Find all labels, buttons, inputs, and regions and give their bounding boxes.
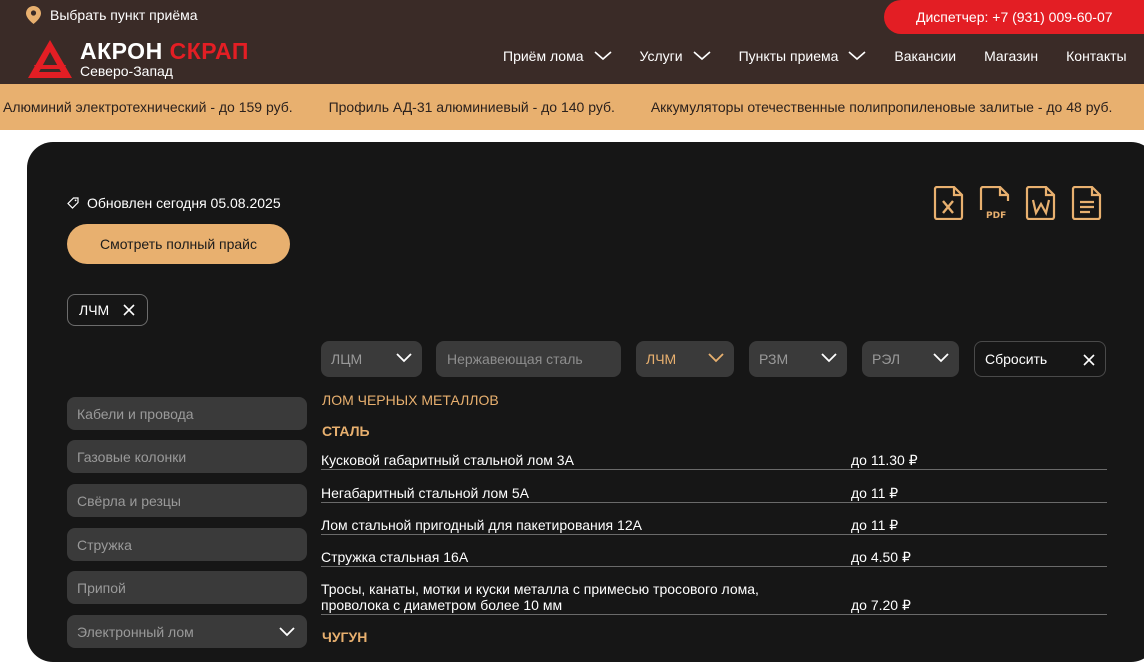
chevron-down-icon [593, 51, 612, 61]
updated-date: Обновлен сегодня 05.08.2025 [67, 195, 281, 211]
input-placeholder: Нержавеющая сталь [447, 351, 583, 367]
word-icon[interactable] [1025, 186, 1057, 220]
updated-text: Обновлен сегодня 05.08.2025 [87, 195, 281, 211]
price-row-value: до 11.30 ₽ [851, 452, 918, 468]
chevron-down-icon [279, 627, 295, 637]
price-row: Негабаритный стальной лом 5А до 11 ₽ [321, 480, 1107, 503]
nav-item-services[interactable]: Услуги [640, 48, 711, 64]
filter-rel-select[interactable]: РЭЛ [862, 341, 959, 377]
section-title: ЛОМ ЧЕРНЫХ МЕТАЛЛОВ [322, 392, 499, 408]
sidebar-item-label: Припой [77, 579, 126, 596]
sidebar-item-label: Стружка [77, 536, 132, 553]
ticker-item: Алюминий электротехнический - до 159 руб… [3, 99, 293, 115]
price-row: Тросы, канаты, мотки и куски металла с п… [321, 576, 1107, 615]
sidebar-item-label: Свёрла и резцы [77, 492, 181, 509]
full-price-button[interactable]: Смотреть полный прайс [67, 224, 290, 264]
main-nav: Приём лома Услуги Пункты приема Вакансии… [503, 48, 1127, 64]
price-row-name: Негабаритный стальной лом 5А [321, 485, 529, 501]
filter-lchm-select[interactable]: ЛЧМ [636, 341, 734, 377]
filter-rzm-select[interactable]: РЗМ [749, 341, 847, 377]
sidebar-item-drills[interactable]: Свёрла и резцы [67, 484, 307, 517]
nav-label: Пункты приема [738, 48, 839, 64]
logo-word-akron: АКРОН [80, 38, 163, 64]
sidebar-item-electronic-scrap[interactable]: Электронный лом [67, 615, 307, 648]
nav-item-vacancies[interactable]: Вакансии [894, 48, 956, 64]
sidebar-item-label: Кабели и провода [77, 405, 194, 422]
filter-label: ЛЧМ [646, 351, 677, 367]
ticker-item: Профиль АД-31 алюминиевый - до 140 руб. [328, 99, 615, 115]
filter-lcm-select[interactable]: ЛЦМ [321, 341, 422, 377]
price-row-value: до 11 ₽ [851, 517, 899, 533]
price-ticker: Алюминий электротехнический - до 159 руб… [0, 84, 1144, 130]
nav-item-points[interactable]: Пункты приема [739, 48, 867, 64]
site-header: Выбрать пункт приёма Диспетчер: +7 (931)… [0, 0, 1144, 84]
ticker-item: Аккумуляторы отечественные полипропилено… [650, 99, 1113, 115]
chevron-down-icon [396, 353, 412, 363]
logo-word-skrap: СКРАП [169, 38, 249, 64]
stainless-steel-input[interactable]: Нержавеющая сталь [436, 341, 621, 377]
nav-label: Вакансии [894, 48, 957, 64]
price-row-name: Стружка стальная 16А [321, 549, 469, 565]
nav-item-shop[interactable]: Магазин [984, 48, 1038, 64]
filter-label: ЛЦМ [331, 351, 363, 367]
nav-label: Контакты [1066, 48, 1127, 64]
location-pin-icon [26, 6, 41, 24]
chevron-down-icon [933, 353, 949, 363]
logo-mark-icon [28, 40, 72, 78]
close-icon[interactable] [123, 304, 135, 316]
chevron-down-icon [821, 353, 837, 363]
price-row: Стружка стальная 16А до 4.50 ₽ [321, 544, 1107, 567]
chip-label: ЛЧМ [79, 302, 110, 318]
nav-item-contacts[interactable]: Контакты [1066, 48, 1126, 64]
subsection-title: ЧУГУН [322, 629, 368, 645]
sidebar-item-solder[interactable]: Припой [67, 571, 307, 604]
xls-icon[interactable] [933, 186, 965, 220]
pickup-label: Выбрать пункт приёма [50, 7, 198, 23]
sidebar-item-label: Электронный лом [77, 623, 194, 640]
logo[interactable]: АКРОН СКРАП Северо-Запад [28, 40, 249, 78]
doc-icon[interactable] [1071, 186, 1103, 220]
price-row-name: Тросы, канаты, мотки и куски металла с п… [321, 581, 759, 613]
sidebar-item-label: Газовые колонки [77, 448, 187, 465]
price-row-name: Лом стальной пригодный для пакетирования… [321, 517, 642, 533]
nav-item-scrap-intake[interactable]: Приём лома [503, 48, 612, 64]
pdf-icon[interactable]: PDF [979, 186, 1011, 220]
nav-label: Магазин [984, 48, 1039, 64]
chevron-down-icon [693, 51, 711, 61]
subsection-title: СТАЛЬ [322, 423, 370, 439]
price-row-value: до 4.50 ₽ [851, 549, 911, 565]
nav-label: Услуги [639, 48, 683, 64]
chevron-down-icon [708, 353, 724, 363]
reset-filters-button[interactable]: Сбросить [974, 341, 1106, 377]
sidebar-item-gas-heaters[interactable]: Газовые колонки [67, 440, 307, 473]
close-icon [1083, 354, 1095, 366]
price-row: Лом стальной пригодный для пакетирования… [321, 512, 1107, 535]
svg-text:PDF: PDF [986, 211, 1006, 220]
price-row-name-line2: проволока с диаметром более 10 мм [321, 597, 563, 613]
price-row-name-line1: Тросы, канаты, мотки и куски металла с п… [321, 581, 759, 597]
price-row-value: до 7.20 ₽ [851, 597, 911, 613]
filter-label: РЗМ [759, 351, 789, 367]
price-row: Кусковой габаритный стальной лом 3А до 1… [321, 448, 1107, 470]
price-row-value: до 11 ₽ [851, 485, 899, 501]
dispatcher-phone-button[interactable]: Диспетчер: +7 (931) 009-60-07 [884, 0, 1144, 34]
filter-label: РЭЛ [872, 351, 901, 367]
nav-label: Приём лома [503, 48, 584, 64]
sidebar-item-shavings[interactable]: Стружка [67, 528, 307, 561]
reset-label: Сбросить [985, 351, 1048, 367]
sidebar-item-cables[interactable]: Кабели и провода [67, 397, 307, 430]
logo-subtitle: Северо-Запад [80, 63, 173, 79]
download-icons: PDF [933, 186, 1103, 220]
chevron-down-icon [848, 51, 866, 61]
price-row-name: Кусковой габаритный стальной лом 3А [321, 452, 574, 468]
active-filter-chip[interactable]: ЛЧМ [67, 294, 149, 326]
pickup-point-selector[interactable]: Выбрать пункт приёма [26, 6, 198, 24]
tag-icon [67, 197, 79, 209]
